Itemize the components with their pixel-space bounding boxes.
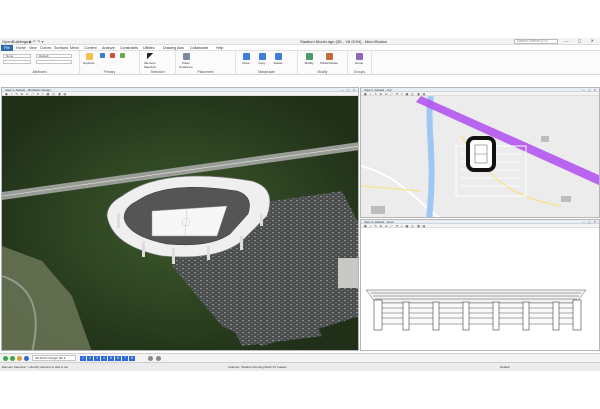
primary-tool-3[interactable] bbox=[118, 53, 126, 59]
group-label: Primary bbox=[103, 70, 116, 74]
pointer-icon bbox=[146, 53, 154, 60]
tab-curves[interactable]: Curves bbox=[40, 46, 51, 50]
style-combo[interactable] bbox=[36, 60, 72, 64]
move-icon bbox=[242, 53, 250, 60]
tab-constraints[interactable]: Constraints bbox=[120, 46, 138, 50]
tab-home[interactable]: Home bbox=[16, 46, 26, 50]
group-label: Placement bbox=[197, 70, 214, 74]
ribbon-group-modify: Modify Partial Delete Modify bbox=[298, 51, 348, 75]
view-button-7[interactable]: 7 bbox=[122, 356, 128, 361]
modify-button[interactable]: Modify bbox=[301, 53, 317, 65]
map-scene bbox=[361, 96, 599, 217]
group-label: Attributes bbox=[32, 70, 47, 74]
view-button-5[interactable]: 5 bbox=[108, 356, 114, 361]
window-title: Stadium Model.dgn [3D - V8 DGN] - MicroS… bbox=[300, 39, 388, 44]
view-number-buttons: 12345678 bbox=[80, 356, 136, 361]
group-label: Selection bbox=[150, 70, 165, 74]
render-mode-icon[interactable] bbox=[148, 356, 153, 361]
level-combo[interactable]: None bbox=[3, 54, 31, 58]
view-1-canvas[interactable] bbox=[2, 96, 358, 350]
place-smartline-button[interactable]: Place SmartLine bbox=[178, 53, 194, 69]
elevation-background bbox=[361, 228, 599, 350]
delete-icon bbox=[109, 53, 115, 58]
tab-mesh[interactable]: Mesh bbox=[70, 46, 79, 50]
rotate-button[interactable]: Rotate bbox=[271, 53, 285, 65]
partial-delete-icon bbox=[325, 53, 333, 60]
group-button[interactable]: Group bbox=[351, 53, 367, 65]
view-2-canvas[interactable] bbox=[361, 96, 599, 217]
group-icon bbox=[355, 53, 363, 60]
tab-help[interactable]: Help bbox=[216, 46, 223, 50]
ribbon-group-attributes: None Default Attributes bbox=[0, 51, 80, 75]
view-3-window[interactable]: View 3, Default - Front — ▢ ✕ ▣ ◐ ✎ ⊕ ⊖ … bbox=[360, 219, 600, 351]
attribute-combo[interactable]: Default bbox=[36, 54, 72, 58]
status-bar: Element Selection > Identify element to … bbox=[0, 362, 600, 371]
status-prompt: Element Selection > Identify element to … bbox=[2, 365, 69, 369]
ribbon-group-primary: Explorer Primary bbox=[80, 51, 140, 75]
level-display-icon bbox=[99, 53, 105, 58]
view-2-window[interactable]: View 2, Default - Top — ▢ ✕ ▣ ◐ ✎ ⊕ ⊖ ⤢ … bbox=[360, 87, 600, 218]
references-icon bbox=[119, 53, 125, 58]
side-building bbox=[338, 258, 358, 288]
view-button-2[interactable]: 2 bbox=[87, 356, 93, 361]
color-combo[interactable] bbox=[3, 60, 31, 64]
accudraw-icon[interactable] bbox=[3, 356, 8, 361]
ribbon-group-selection: Element Selection Selection bbox=[140, 51, 176, 75]
quick-access-toolbar[interactable]: ▫ ◆ ↶ ↷ ▾ bbox=[26, 39, 44, 44]
app-name: OpenBuildings bbox=[2, 39, 29, 44]
lock-icon[interactable] bbox=[17, 356, 22, 361]
stadium-plan bbox=[466, 136, 496, 172]
view-navigation-bar: 3D Metric Design Mo ▾ 12345678 bbox=[0, 353, 600, 362]
tab-content[interactable]: Content bbox=[84, 46, 97, 50]
model-selector[interactable]: 3D Metric Design Mo ▾ bbox=[32, 355, 76, 361]
primary-tool-2[interactable] bbox=[108, 53, 116, 59]
display-style-icon[interactable] bbox=[156, 356, 161, 361]
tab-analyze[interactable]: Analyze bbox=[102, 46, 115, 50]
primary-tool-1[interactable] bbox=[98, 53, 106, 59]
view-button-6[interactable]: 6 bbox=[115, 356, 121, 361]
view-groups-icon[interactable] bbox=[24, 356, 29, 361]
view-1-window[interactable]: View 1, Default - 3D Metric Design — ▢ ✕… bbox=[1, 87, 359, 351]
ribbon-search-input[interactable]: Search Ribbon (F4) bbox=[514, 39, 558, 44]
ribbon-group-manipulate: Move Copy Rotate Manipulate bbox=[236, 51, 298, 75]
ribbon-group-groups: Group Groups bbox=[348, 51, 372, 75]
copy-icon bbox=[258, 53, 266, 60]
tab-drawing-aids[interactable]: Drawing Aids bbox=[163, 46, 184, 50]
view-button-3[interactable]: 3 bbox=[94, 356, 100, 361]
group-label: Modify bbox=[317, 70, 328, 74]
smartline-icon bbox=[182, 53, 190, 60]
element-selection-button[interactable]: Element Selection bbox=[142, 53, 158, 69]
view-button-4[interactable]: 4 bbox=[101, 356, 107, 361]
title-bar: OpenBuildings ▫ ◆ ↶ ↷ ▾ Stadium Model.dg… bbox=[0, 38, 600, 45]
tab-collaborate[interactable]: Collaborate bbox=[190, 46, 208, 50]
tab-surfaces[interactable]: Surfaces bbox=[54, 46, 68, 50]
group-label: Manipulate bbox=[258, 70, 275, 74]
move-button[interactable]: Move bbox=[239, 53, 253, 65]
group-label: Groups bbox=[353, 70, 366, 74]
status-message: Analysis: 'Stadium Roofing Mesh 01' load… bbox=[228, 365, 287, 369]
view-button-1[interactable]: 1 bbox=[80, 356, 86, 361]
elevation-scene bbox=[361, 228, 599, 350]
partial-delete-button[interactable]: Partial Delete bbox=[320, 53, 338, 65]
view-button-8[interactable]: 8 bbox=[129, 356, 135, 361]
explorer-icon bbox=[85, 53, 93, 60]
map-river bbox=[426, 96, 435, 217]
rotate-icon bbox=[274, 53, 282, 60]
tab-view[interactable]: View bbox=[29, 46, 37, 50]
snap-icon[interactable] bbox=[10, 356, 15, 361]
status-active-level[interactable]: Default bbox=[500, 365, 510, 369]
tab-utilities[interactable]: Utilities bbox=[143, 46, 155, 50]
aerial-scene bbox=[2, 96, 358, 350]
window-controls[interactable]: — ▢ ✕ bbox=[565, 38, 598, 43]
copy-button[interactable]: Copy bbox=[255, 53, 269, 65]
modify-icon bbox=[305, 53, 313, 60]
ribbon-group-placement: Place SmartLine Placement bbox=[176, 51, 236, 75]
explorer-button[interactable]: Explorer bbox=[82, 53, 96, 65]
ribbon: None Default Attributes Explorer Primary bbox=[0, 51, 600, 75]
view-3-canvas[interactable] bbox=[361, 228, 599, 350]
